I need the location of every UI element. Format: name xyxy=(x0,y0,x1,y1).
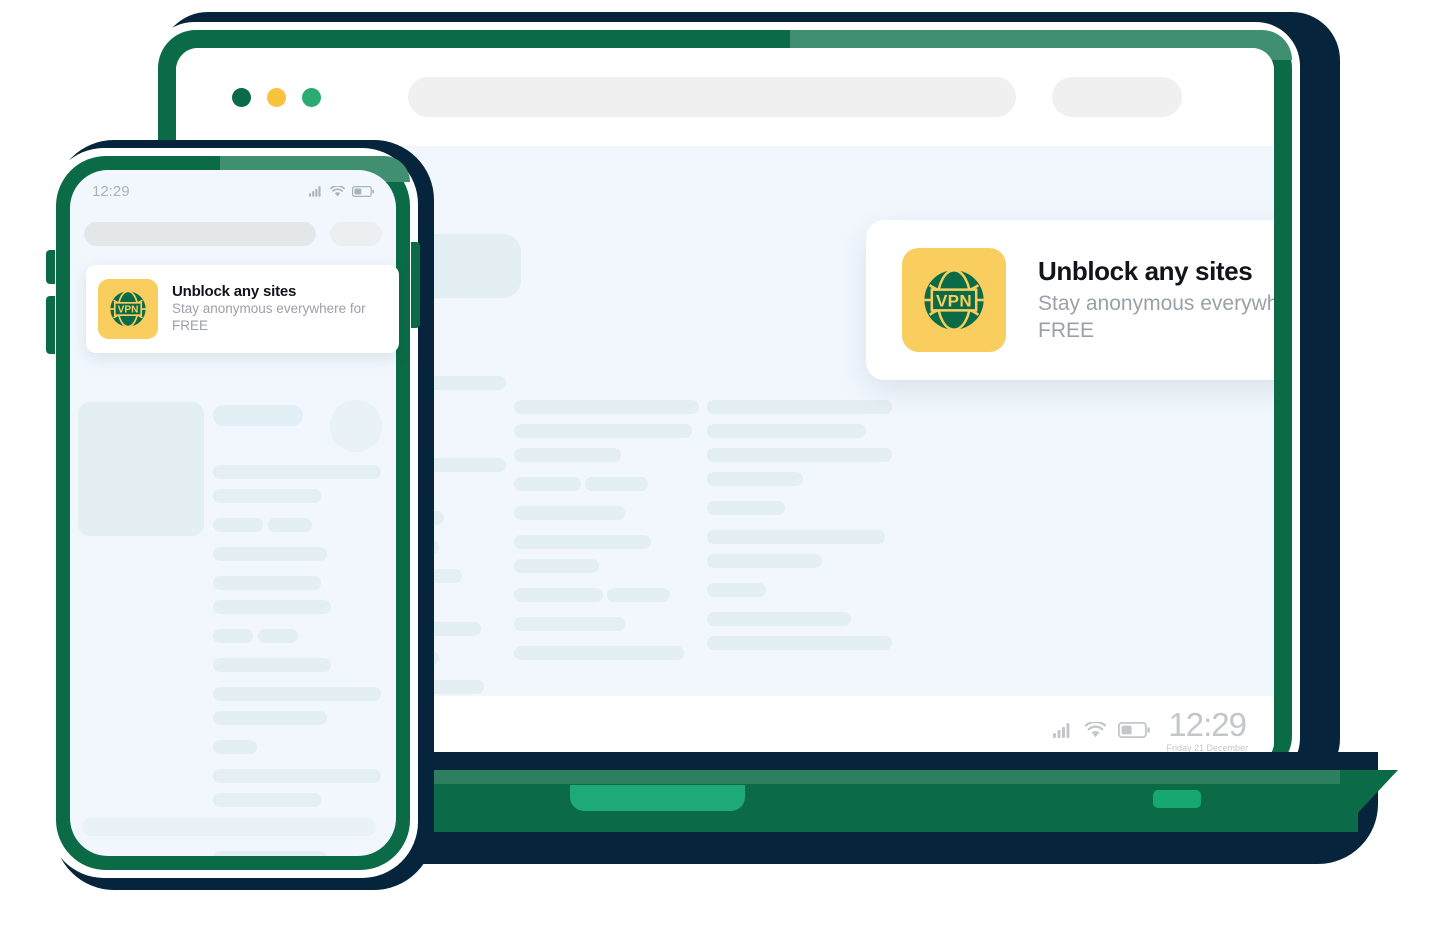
promo-text-block: Unblock any sites Stay anonymous everywh… xyxy=(1038,256,1274,345)
phone-status-icons xyxy=(309,185,374,197)
status-icons xyxy=(1053,722,1151,738)
minimize-dot-icon[interactable] xyxy=(267,87,286,107)
avatar-placeholder xyxy=(330,400,382,452)
laptop-base-edge xyxy=(1340,770,1398,832)
promo-subtitle: Stay anonymous everywhere for FREE xyxy=(1038,291,1274,342)
phone-text-lines xyxy=(213,465,381,856)
vpn-globe-icon: VPN xyxy=(902,248,1006,352)
signal-icon xyxy=(1053,722,1070,738)
laptop-base-chip xyxy=(1153,790,1201,808)
window-traffic-lights xyxy=(232,87,321,107)
phone-footer-bar-placeholder xyxy=(82,818,376,836)
wifi-icon xyxy=(330,185,345,196)
close-dot-icon[interactable] xyxy=(232,87,251,107)
promo-title: Unblock any sites xyxy=(172,283,297,301)
content-column xyxy=(514,376,699,670)
promo-text-block: Unblock any sites Stay anonymous everywh… xyxy=(172,283,378,335)
svg-text:VPN: VPN xyxy=(118,305,139,316)
desktop-clock: 12:29 Friday 21 December xyxy=(1166,708,1248,753)
promo-notification-card-mobile[interactable]: VPN Unblock any sites Stay anonymous eve… xyxy=(86,265,399,353)
phone-image-placeholder xyxy=(78,402,204,536)
browser-action-pill[interactable] xyxy=(1052,77,1182,117)
promo-title: Unblock any sites xyxy=(1038,255,1253,286)
content-column xyxy=(707,376,892,660)
laptop-base-highlight xyxy=(428,770,1358,784)
phone-clock: 12:29 xyxy=(92,182,130,200)
wifi-icon xyxy=(1085,722,1107,738)
volume-up-button[interactable] xyxy=(46,250,55,284)
address-bar-input[interactable] xyxy=(408,77,1016,117)
phone-device: 12:29 VPN Unblock any sites Stay anonymo… xyxy=(40,130,440,890)
phone-header-placeholder xyxy=(70,222,396,246)
vpn-globe-icon: VPN xyxy=(98,279,158,339)
scene: 12:29 Friday 21 December VPN Unblock any… xyxy=(0,0,1456,940)
power-button[interactable] xyxy=(411,242,420,328)
phone-headline-placeholder xyxy=(213,405,303,426)
battery-icon xyxy=(1118,722,1151,738)
volume-down-button[interactable] xyxy=(46,296,55,354)
svg-text:VPN: VPN xyxy=(936,291,972,310)
phone-status-bar: 12:29 xyxy=(70,170,396,212)
promo-subtitle: Stay anonymous everywhere for FREE xyxy=(172,301,366,333)
maximize-dot-icon[interactable] xyxy=(302,87,321,107)
laptop-base-notch xyxy=(570,785,745,811)
promo-notification-card-desktop[interactable]: VPN Unblock any sites Stay anonymous eve… xyxy=(866,220,1274,380)
clock-time: 12:29 xyxy=(1168,705,1247,743)
signal-icon xyxy=(309,185,321,197)
battery-icon xyxy=(352,185,374,197)
